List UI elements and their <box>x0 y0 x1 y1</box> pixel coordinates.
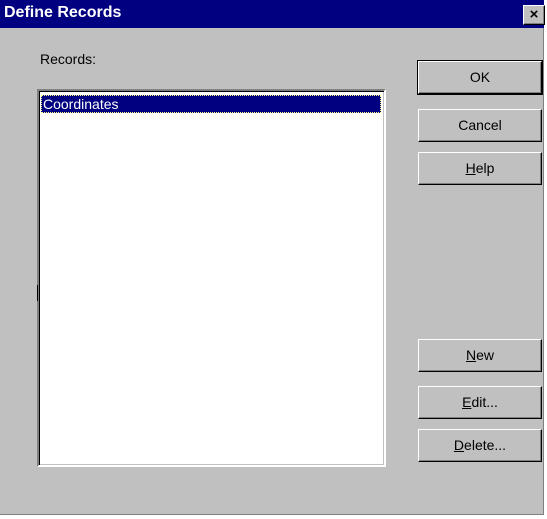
delete-label-rest: elete... <box>464 437 507 453</box>
help-button[interactable]: Help <box>418 152 542 185</box>
records-label: Records: <box>40 51 97 67</box>
window-title: Define Records <box>4 4 122 21</box>
help-label-rest: elp <box>475 160 495 176</box>
help-mnemonic: H <box>465 160 476 176</box>
ok-button[interactable]: OK <box>417 60 543 95</box>
delete-button[interactable]: Delete... <box>418 429 542 462</box>
delete-mnemonic: D <box>453 437 465 453</box>
new-mnemonic: N <box>465 347 477 363</box>
records-listbox[interactable]: Coordinates <box>37 89 386 467</box>
title-bar[interactable]: Define Records <box>0 0 544 28</box>
edit-button[interactable]: Edit... <box>418 386 542 419</box>
resize-tick <box>37 285 38 301</box>
define-records-dialog: Define Records × Records: Coordinates OK… <box>0 0 545 515</box>
cancel-button[interactable]: Cancel <box>418 109 542 142</box>
close-icon[interactable]: × <box>523 5 545 25</box>
list-item[interactable]: Coordinates <box>41 95 381 113</box>
new-label-rest: ew <box>476 347 495 363</box>
edit-label-rest: dit... <box>471 394 498 410</box>
new-button[interactable]: New <box>418 339 542 372</box>
